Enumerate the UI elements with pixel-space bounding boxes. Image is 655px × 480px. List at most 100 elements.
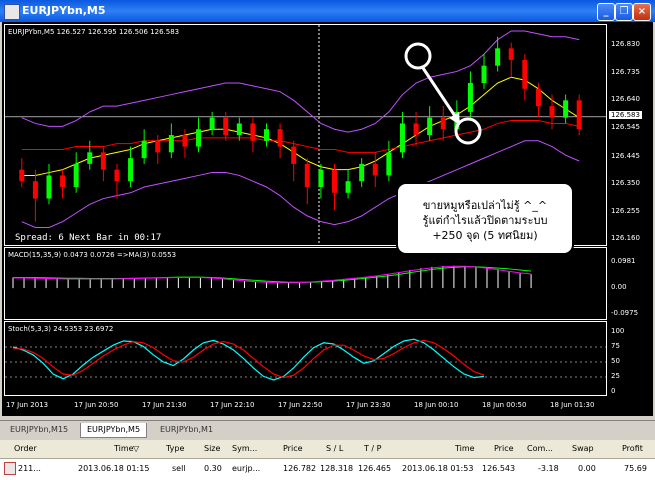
candle-body: [467, 83, 473, 112]
macd-scale: 0.0981 0.00 -0.0975: [608, 247, 653, 320]
col-price[interactable]: Price: [283, 444, 303, 453]
cell-close-price: 126.543: [482, 464, 516, 473]
stoch-tick-label: 75: [611, 342, 620, 350]
col-symbol[interactable]: Sym...: [232, 444, 257, 453]
cell-type: sell: [172, 464, 186, 473]
cell-time: 2013.06.18 01:15: [78, 464, 150, 473]
col-time[interactable]: Time: [114, 444, 134, 453]
col-size[interactable]: Size: [204, 444, 220, 453]
price-pane-title: EURJPYbn,M5 126.527 126.595 126.506 126.…: [8, 28, 180, 36]
price-tick-label: 126.545: [611, 122, 640, 131]
time-axis: 17 Jun 2013 17 Jun 20:50 17 Jun 21:30 17 Ju…: [4, 398, 607, 414]
spread-info: Spread: 6 Next Bar in 00:17: [15, 233, 162, 243]
col-commission[interactable]: Com...: [527, 444, 553, 453]
candle-body: [114, 169, 120, 182]
cell-swap: 0.00: [578, 464, 596, 473]
col-type[interactable]: Type: [166, 444, 184, 453]
annotation-callout: ขายหมูหรือเปล่าไม่รู้ ^_^ รู้แต่กำไรแล้ว…: [396, 182, 574, 255]
indicator-line: [21, 120, 580, 153]
tab-eurjpy-m1[interactable]: EURJPYbn,M1: [154, 423, 219, 437]
close-button[interactable]: ×: [633, 3, 651, 21]
restore-button[interactable]: ❐: [615, 3, 633, 21]
candle-body: [100, 152, 106, 170]
col-close-price[interactable]: Price: [494, 444, 514, 453]
tab-eurjpy-m5[interactable]: EURJPYbn,M5: [80, 423, 148, 438]
candle-body: [345, 181, 351, 193]
candle-body: [291, 146, 297, 164]
price-tick-label: 126.255: [611, 206, 640, 215]
candle-body: [196, 129, 202, 147]
time-tick-label: 17 Jun 2013: [6, 401, 49, 409]
time-tick-label: 17 Jun 22:10: [210, 401, 255, 409]
candle-body: [508, 48, 514, 60]
candle-body: [359, 163, 365, 182]
tab-eurjpy-m15[interactable]: EURJPYbn,M15: [4, 423, 74, 437]
time-tick-label: 18 Jun 00:50: [482, 401, 527, 409]
stoch-pane[interactable]: Stoch(5,3,3) 24.5353 23.6972: [4, 321, 607, 396]
macd-pane[interactable]: MACD(15,35,9) 0.0473 0.0726 =>MA(3) 0.05…: [4, 247, 607, 320]
sort-icon: ▽: [133, 444, 140, 453]
candle-body: [331, 169, 337, 193]
candle-body: [250, 123, 256, 141]
candle-body: [155, 140, 161, 153]
candle-body: [168, 135, 174, 153]
stoch-tick-label: 100: [611, 327, 625, 335]
candle-body: [32, 181, 38, 199]
table-header: Order Time ▽ Type Size Sym... Price S / …: [0, 440, 655, 459]
candle-body: [413, 123, 419, 135]
window-icon: [4, 4, 20, 20]
candle-body: [182, 135, 188, 147]
candle-body: [141, 140, 147, 159]
stoch-line: [13, 339, 485, 379]
price-tick-label: 126.640: [611, 95, 640, 104]
cell-sl: 128.318: [320, 464, 354, 473]
candle-body: [481, 65, 487, 83]
stoch-line: [12, 338, 485, 381]
chart-tabs: EURJPYbn,M15 EURJPYbn,M5 EURJPYbn,M1: [0, 420, 655, 439]
col-sl[interactable]: S / L: [326, 444, 343, 453]
time-tick-label: 18 Jun 00:10: [414, 401, 459, 409]
candle-body: [264, 129, 270, 141]
title-bar[interactable]: EURJPYbn,M5 _ ❐ ×: [0, 0, 655, 22]
candle-body: [128, 158, 134, 182]
time-tick-label: 18 Jun 01:30: [550, 401, 595, 409]
time-tick-label: 17 Jun 22:50: [278, 401, 323, 409]
candle-body: [277, 129, 283, 147]
candle-body: [372, 163, 378, 176]
current-price-badge: 126.583: [609, 110, 642, 119]
col-order[interactable]: Order: [14, 444, 37, 453]
stoch-tick-label: 0: [611, 387, 616, 395]
price-tick-label: 126.445: [611, 151, 640, 160]
candle-body: [304, 163, 310, 187]
col-swap[interactable]: Swap: [572, 444, 594, 453]
stoch-tick-label: 25: [611, 372, 620, 380]
candle-body: [440, 117, 446, 130]
candle-body: [549, 106, 555, 118]
time-tick-label: 17 Jun 23:30: [346, 401, 391, 409]
chart-area[interactable]: EURJPYbn,M5 126.527 126.595 126.506 126.…: [2, 22, 653, 416]
time-tick-label: 17 Jun 20:50: [74, 401, 119, 409]
callout-line-2: รู้แต่กำไรแล้วปิดตามระบบ: [422, 214, 548, 227]
chart-window: EURJPYbn,M5 _ ❐ × EURJPYbn,M5 126.527 12…: [0, 0, 655, 418]
candle-body: [563, 100, 569, 118]
col-profit[interactable]: Profit: [622, 444, 643, 453]
minimize-button[interactable]: _: [597, 3, 615, 21]
price-tick-label: 126.350: [611, 179, 640, 188]
col-tp[interactable]: T / P: [364, 444, 382, 453]
cell-commission: -3.18: [538, 464, 559, 473]
macd-ma-line: [13, 265, 532, 284]
price-tick-label: 126.830: [611, 40, 640, 49]
candle-body: [236, 123, 242, 135]
candle-body: [73, 163, 79, 187]
trade-terminal: Order Time ▽ Type Size Sym... Price S / …: [0, 440, 655, 480]
macd-pane-title: MACD(15,35,9) 0.0473 0.0726 =>MA(3) 0.05…: [8, 251, 177, 259]
cell-order: 211...: [18, 464, 41, 473]
candle-body: [535, 88, 541, 107]
candle-body: [454, 111, 460, 130]
macd-tick-label: -0.0975: [611, 309, 639, 317]
callout-line-3: +250 จุด (5 ทศนิยม): [432, 229, 538, 242]
col-close-time[interactable]: Time: [455, 444, 475, 453]
stoch-pane-title: Stoch(5,3,3) 24.5353 23.6972: [8, 325, 114, 333]
macd-signal-line: [13, 266, 532, 283]
price-tick-label: 126.160: [611, 234, 640, 242]
